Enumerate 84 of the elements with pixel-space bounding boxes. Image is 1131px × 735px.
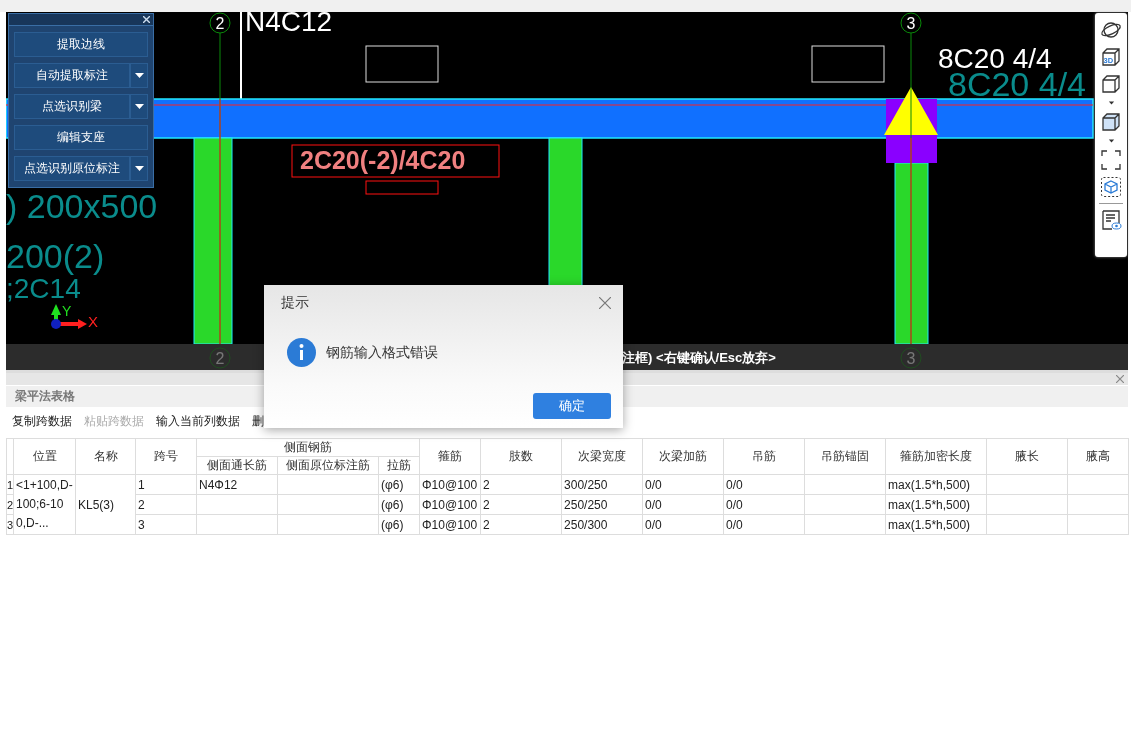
column-header: 侧面通长筋	[196, 456, 278, 475]
dialog-title: 提示	[281, 294, 309, 312]
rebar-annotation: ) 200x500	[6, 187, 158, 225]
dashed-cube-icon[interactable]	[1100, 176, 1122, 198]
table-cell: 2	[480, 474, 562, 495]
column-header: 吊筋	[723, 438, 805, 475]
table-cell: 250/250	[561, 494, 643, 515]
toolbar-link[interactable]: 输入当前列数据	[156, 412, 240, 430]
column-header: 吊筋锚固	[804, 438, 886, 475]
row-number: 3	[6, 514, 14, 535]
table-cell: 300/250	[561, 474, 643, 495]
axis-label: Y	[62, 303, 72, 319]
column-header: 腋长	[986, 438, 1068, 475]
dropdown-button[interactable]	[130, 63, 148, 88]
table-cell: 0/0	[723, 474, 805, 495]
column-header: 名称	[75, 438, 136, 475]
column-header: 箍筋加密长度	[885, 438, 987, 475]
table-cell: (φ6)	[378, 494, 420, 515]
table-cell: Φ10@100	[419, 494, 481, 515]
table-cell: 2	[480, 494, 562, 515]
table-cell: 2	[135, 494, 197, 515]
axis-bubble: 3	[900, 347, 922, 369]
table-cell: Φ10@100	[419, 514, 481, 535]
caret-icon	[134, 166, 144, 171]
table-cell: N4Φ12	[196, 474, 278, 495]
axis-bubble: 3	[900, 12, 922, 34]
caret-icon	[134, 104, 144, 109]
status-text: 注框) <右键确认/Esc放弃>	[622, 350, 776, 365]
tool-button[interactable]: 自动提取标注	[14, 63, 130, 88]
shaded-cube-icon[interactable]	[1100, 111, 1122, 133]
table-cell: max(1.5*h,500)	[885, 494, 987, 515]
table-cell: Φ10@100	[419, 474, 481, 495]
ok-button[interactable]: 确定	[533, 393, 611, 419]
table-cell: 250/300	[561, 514, 643, 535]
table-cell: 0/0	[642, 514, 724, 535]
column-header: 肢数	[480, 438, 562, 475]
column-header: 箍筋	[419, 438, 481, 475]
table-cell: KL5(3)	[75, 474, 136, 535]
cube-icon[interactable]	[1100, 73, 1122, 95]
support-marker	[884, 87, 938, 135]
tool-button[interactable]: 点选识别原位标注	[14, 156, 130, 181]
toolbar-link[interactable]: 删	[252, 412, 264, 430]
table-cell: 0/0	[642, 474, 724, 495]
selected-annotation: 2C20(-2)/4C20	[291, 144, 500, 178]
axis-indicator	[51, 304, 87, 329]
column-header: 次梁宽度	[561, 438, 643, 475]
column-header: 腋高	[1067, 438, 1129, 475]
table-cell: 3	[135, 514, 197, 535]
column-header: 拉筋	[378, 456, 420, 475]
tool-button[interactable]: 提取边线	[14, 32, 148, 57]
table-cell: max(1.5*h,500)	[885, 514, 987, 535]
axis-bubble: 2	[209, 347, 231, 369]
tool-button[interactable]: 点选识别梁	[14, 94, 130, 119]
table-cell: 0/0	[723, 514, 805, 535]
column-header: 位置	[13, 438, 76, 475]
table-cell: (φ6)	[378, 474, 420, 495]
dropdown-button[interactable]	[130, 94, 148, 119]
tool-button[interactable]: 编辑支座	[14, 125, 148, 150]
table-cell: max(1.5*h,500)	[885, 474, 987, 495]
info-icon	[287, 338, 316, 367]
document-eye-icon[interactable]	[1100, 209, 1122, 231]
dropdown-button[interactable]	[130, 156, 148, 181]
orbit-icon[interactable]	[1100, 19, 1122, 41]
toolbar-link[interactable]: 复制跨数据	[12, 412, 72, 430]
dashed-frame-icon[interactable]	[1100, 149, 1122, 171]
panel-title: 梁平法表格	[15, 388, 75, 405]
table-cell: <1+100,D-100;6-100,D-...	[13, 474, 76, 535]
row-number: 1	[6, 474, 14, 495]
table-cell: 0/0	[723, 494, 805, 515]
column-header: 跨号	[135, 438, 197, 475]
axis-label: X	[88, 313, 98, 330]
row-number: 2	[6, 494, 14, 515]
rebar-annotation: 200(2)	[6, 237, 105, 275]
table-cell: 2	[480, 514, 562, 535]
column-header: 次梁加筋	[642, 438, 724, 475]
column-header: 侧面原位标注筋	[277, 456, 379, 475]
dialog-message: 钢筋输入格式错误	[326, 343, 438, 362]
table-cell: 0/0	[642, 494, 724, 515]
rebar-annotation: N4C12	[245, 12, 333, 37]
axis-bubble: 2	[209, 12, 231, 34]
table-cell: 1	[135, 474, 197, 495]
column-header: 侧面钢筋	[196, 438, 420, 457]
table-cell: (φ6)	[378, 514, 420, 535]
caret-icon	[134, 73, 144, 78]
